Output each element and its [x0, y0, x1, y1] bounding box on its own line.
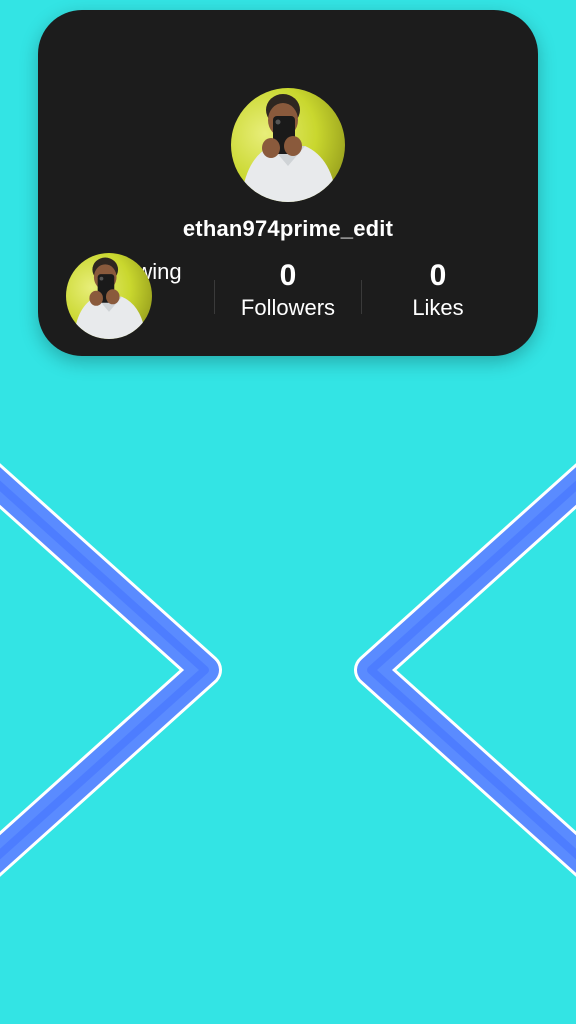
- stat-followers-value: 0: [279, 259, 297, 292]
- stat-followers[interactable]: 0 Followers: [213, 258, 363, 322]
- profile-photo-icon: [66, 253, 152, 339]
- profile-card: ethan974prime_edit wing 0 Followers 0 Li…: [38, 10, 538, 356]
- stat-likes-value: 0: [429, 259, 447, 292]
- profile-photo-icon: [231, 88, 345, 202]
- chevron-right-icon: [354, 463, 576, 877]
- profile-avatar[interactable]: [231, 88, 345, 202]
- chevron-left-icon: [0, 463, 222, 877]
- stat-likes[interactable]: 0 Likes: [363, 258, 513, 322]
- floating-avatar[interactable]: [66, 253, 152, 339]
- stat-followers-label: Followers: [240, 295, 336, 320]
- stat-likes-label: Likes: [412, 295, 464, 320]
- username: ethan974prime_edit: [182, 216, 394, 241]
- stat-divider: [361, 280, 362, 314]
